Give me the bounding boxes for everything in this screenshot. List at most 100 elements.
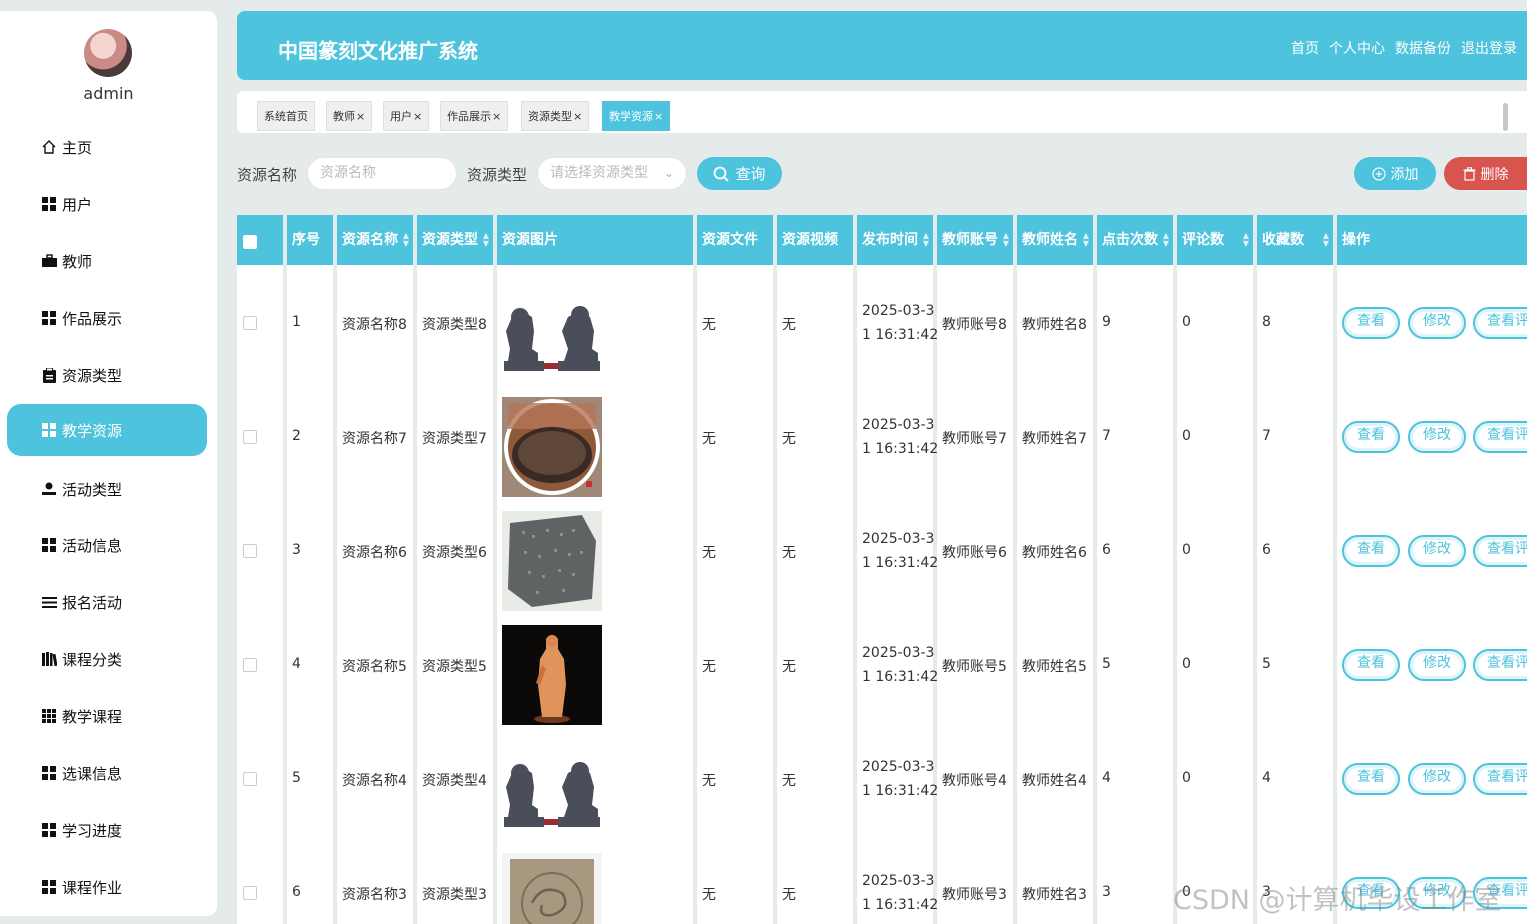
tab-4[interactable]: 资源类型× — [521, 101, 590, 131]
edit-button[interactable]: 修改 — [1408, 763, 1466, 795]
sort-icon[interactable]: ▲ ▼ — [1083, 232, 1089, 248]
header: 中国篆刻文化推广系统 首页 个人中心 数据备份 退出登录 — [237, 11, 1527, 80]
sort-icon[interactable]: ▲ ▼ — [1003, 232, 1009, 248]
nav-profile-link[interactable]: 个人中心 — [1329, 38, 1385, 58]
resource-image[interactable] — [502, 625, 602, 725]
sidebar-item-home[interactable]: 主页 — [7, 121, 207, 173]
view-button[interactable]: 查看 — [1342, 649, 1400, 681]
view-comments-button[interactable]: 查看评 — [1473, 649, 1527, 681]
tab-label: 用户 — [390, 110, 412, 123]
edit-button[interactable]: 修改 — [1408, 307, 1466, 339]
column-header-favorites[interactable]: 收藏数 ▲ ▼ — [1257, 215, 1333, 265]
column-header-image[interactable]: 资源图片 — [497, 215, 693, 265]
sidebar-item-course-categories[interactable]: 课程分类 — [7, 633, 207, 685]
close-icon[interactable]: × — [654, 110, 663, 123]
sidebar-item-label: 课程分类 — [62, 650, 123, 669]
grid9-icon — [41, 708, 57, 724]
resource-image[interactable] — [502, 397, 602, 497]
view-comments-button[interactable]: 查看评 — [1473, 307, 1527, 339]
sort-icon[interactable]: ▲ ▼ — [403, 232, 409, 248]
sidebar-item-courses[interactable]: 教学课程 — [7, 690, 207, 742]
sidebar-item-works[interactable]: 作品展示 — [7, 292, 207, 344]
sort-icon[interactable]: ▲ ▼ — [1323, 232, 1329, 248]
edit-button[interactable]: 修改 — [1408, 535, 1466, 567]
tab-0[interactable]: 系统首页 — [257, 101, 315, 131]
sidebar-item-course-selection[interactable]: 选课信息 — [7, 747, 207, 799]
sidebar-item-homework[interactable]: 课程作业 — [7, 861, 207, 913]
click-count: 6 — [1102, 542, 1111, 558]
query-button[interactable]: 查询 — [697, 157, 782, 190]
sort-icon[interactable]: ▲ ▼ — [923, 232, 929, 248]
row-checkbox[interactable] — [243, 886, 257, 900]
sidebar-item-activity-info[interactable]: 活动信息 — [7, 519, 207, 571]
column-header-label: 点击次数 — [1102, 232, 1158, 248]
sidebar-item-activity-signup[interactable]: 报名活动 — [7, 576, 207, 628]
sidebar-item-label: 学习进度 — [62, 821, 123, 840]
resource-image[interactable] — [502, 511, 602, 611]
nav-home-link[interactable]: 首页 — [1291, 38, 1319, 58]
view-button[interactable]: 查看 — [1342, 421, 1400, 453]
row-checkbox[interactable] — [243, 430, 257, 444]
resource-name-label: 资源名称 — [237, 166, 298, 184]
tab-label: 教师 — [333, 110, 355, 123]
sort-icon[interactable]: ▲ ▼ — [1243, 232, 1249, 248]
add-button[interactable]: 添加 — [1354, 157, 1436, 190]
edit-button[interactable]: 修改 — [1408, 421, 1466, 453]
tab-3[interactable]: 作品展示× — [440, 101, 509, 131]
sidebar-item-learning-progress[interactable]: 学习进度 — [7, 804, 207, 856]
tabs-scrollbar[interactable] — [1503, 103, 1508, 131]
tab-1[interactable]: 教师× — [326, 101, 373, 131]
sidebar-item-users[interactable]: 用户 — [7, 178, 207, 230]
close-icon[interactable]: × — [356, 110, 365, 123]
sort-icon[interactable]: ▲ ▼ — [1163, 232, 1169, 248]
row-checkbox[interactable] — [243, 544, 257, 558]
column-header-file[interactable]: 资源文件 — [697, 215, 773, 265]
resource-video: 无 — [782, 659, 796, 675]
grid-icon — [41, 879, 57, 895]
row-no: 2 — [292, 428, 301, 444]
select-all-checkbox[interactable] — [243, 235, 257, 249]
sidebar-item-activity-types[interactable]: 活动类型 — [7, 463, 207, 515]
view-comments-button[interactable]: 查看评 — [1473, 763, 1527, 795]
column-header-comments[interactable]: 评论数 ▲ ▼ — [1177, 215, 1253, 265]
column-divider — [283, 215, 287, 924]
sidebar-item-resource-types[interactable]: 资源类型 — [7, 349, 207, 401]
row-checkbox[interactable] — [243, 772, 257, 786]
close-icon[interactable]: × — [413, 110, 422, 123]
column-header-video[interactable]: 资源视频 — [777, 215, 853, 265]
column-header-teacher[interactable]: 教师姓名 ▲ ▼ — [1017, 215, 1093, 265]
column-header-name[interactable]: 资源名称 ▲ ▼ — [337, 215, 413, 265]
close-icon[interactable]: × — [573, 110, 582, 123]
column-header-account[interactable]: 教师账号 ▲ ▼ — [937, 215, 1013, 265]
column-header-clicks[interactable]: 点击次数 ▲ ▼ — [1097, 215, 1173, 265]
column-header-no[interactable]: 序号 — [287, 215, 333, 265]
nav-backup-link[interactable]: 数据备份 — [1395, 38, 1451, 58]
view-comments-button[interactable]: 查看评 — [1473, 535, 1527, 567]
row-checkbox[interactable] — [243, 658, 257, 672]
nav-logout-link[interactable]: 退出登录 — [1461, 38, 1517, 58]
view-button[interactable]: 查看 — [1342, 535, 1400, 567]
column-header-type[interactable]: 资源类型 ▲ ▼ — [417, 215, 493, 265]
sidebar-item-teaching-resources[interactable]: 教学资源 — [7, 404, 207, 456]
close-icon[interactable]: × — [492, 110, 501, 123]
view-comments-button[interactable]: 查看评 — [1473, 421, 1527, 453]
sort-icon[interactable]: ▲ ▼ — [483, 232, 489, 248]
row-checkbox[interactable] — [243, 316, 257, 330]
tab-5[interactable]: 教学资源× — [602, 101, 671, 131]
resource-type-select[interactable]: 请选择资源类型 ⌄ — [537, 157, 687, 190]
resource-image[interactable] — [502, 283, 602, 383]
resource-image[interactable] — [502, 853, 602, 924]
favorite-count: 5 — [1262, 656, 1271, 672]
tab-2[interactable]: 用户× — [383, 101, 430, 131]
view-button[interactable]: 查看 — [1342, 307, 1400, 339]
resource-image[interactable] — [502, 739, 602, 839]
column-header-ops[interactable]: 操作 — [1337, 215, 1527, 265]
sidebar-item-teachers[interactable]: 教师 — [7, 235, 207, 287]
column-header-date[interactable]: 发布时间 ▲ ▼ — [857, 215, 933, 265]
view-button[interactable]: 查看 — [1342, 763, 1400, 795]
resource-name-input[interactable]: 资源名称 — [307, 157, 457, 190]
delete-button[interactable]: 删除 — [1444, 157, 1527, 190]
avatar[interactable] — [84, 29, 132, 77]
column-header-label: 资源文件 — [702, 232, 758, 248]
edit-button[interactable]: 修改 — [1408, 649, 1466, 681]
